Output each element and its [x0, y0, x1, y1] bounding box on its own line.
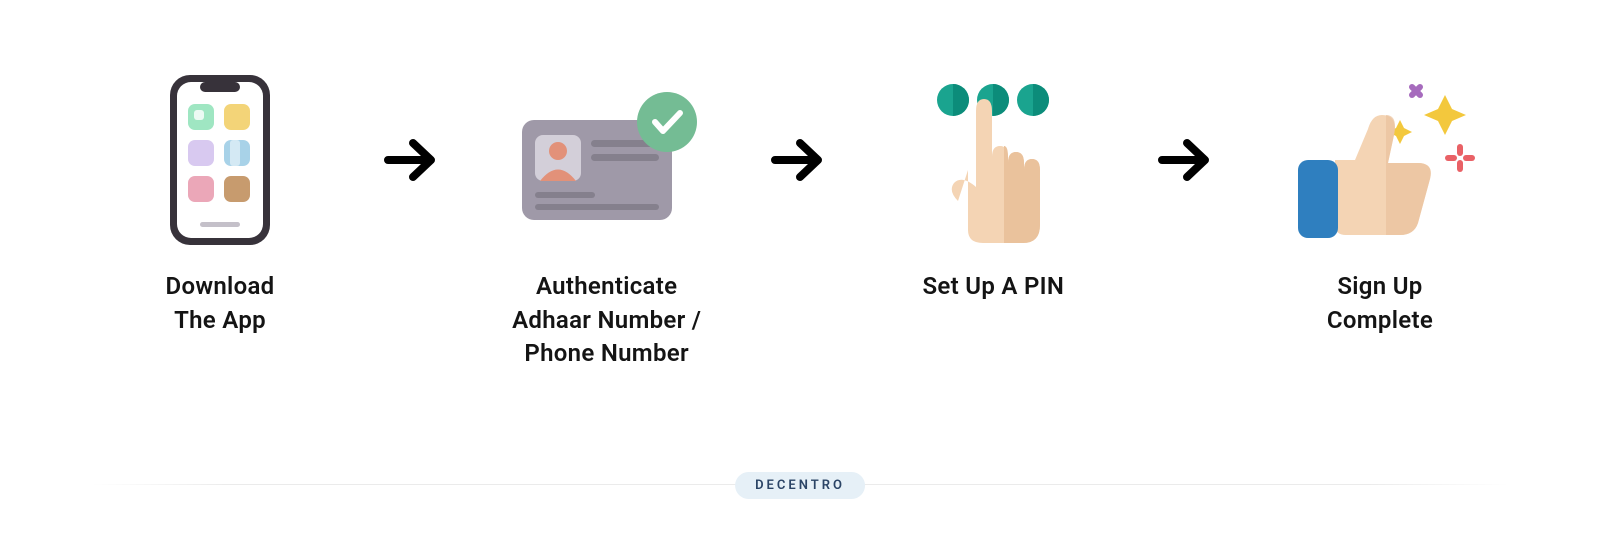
arrow-icon [383, 70, 443, 250]
step-pin: Set Up A PIN [863, 70, 1123, 304]
arrow-icon [770, 70, 830, 250]
step-label: AuthenticateAdhaar Number /Phone Number [512, 270, 701, 371]
thumbs-up-sparkle-icon [1280, 70, 1480, 250]
step-authenticate: AuthenticateAdhaar Number /Phone Number [477, 70, 737, 371]
hand-pin-icon [908, 70, 1078, 250]
process-flow: DownloadThe App AuthenticateAdhaar Numbe… [0, 0, 1600, 371]
step-complete: Sign UpComplete [1250, 70, 1510, 337]
id-card-check-icon [507, 70, 707, 250]
step-label: Sign UpComplete [1327, 270, 1433, 337]
phone-apps-icon [160, 70, 280, 250]
brand-badge: DECENTRO [735, 472, 865, 499]
step-label: DownloadThe App [166, 270, 275, 337]
step-label: Set Up A PIN [922, 270, 1064, 304]
arrow-icon [1157, 70, 1217, 250]
step-download: DownloadThe App [90, 70, 350, 337]
